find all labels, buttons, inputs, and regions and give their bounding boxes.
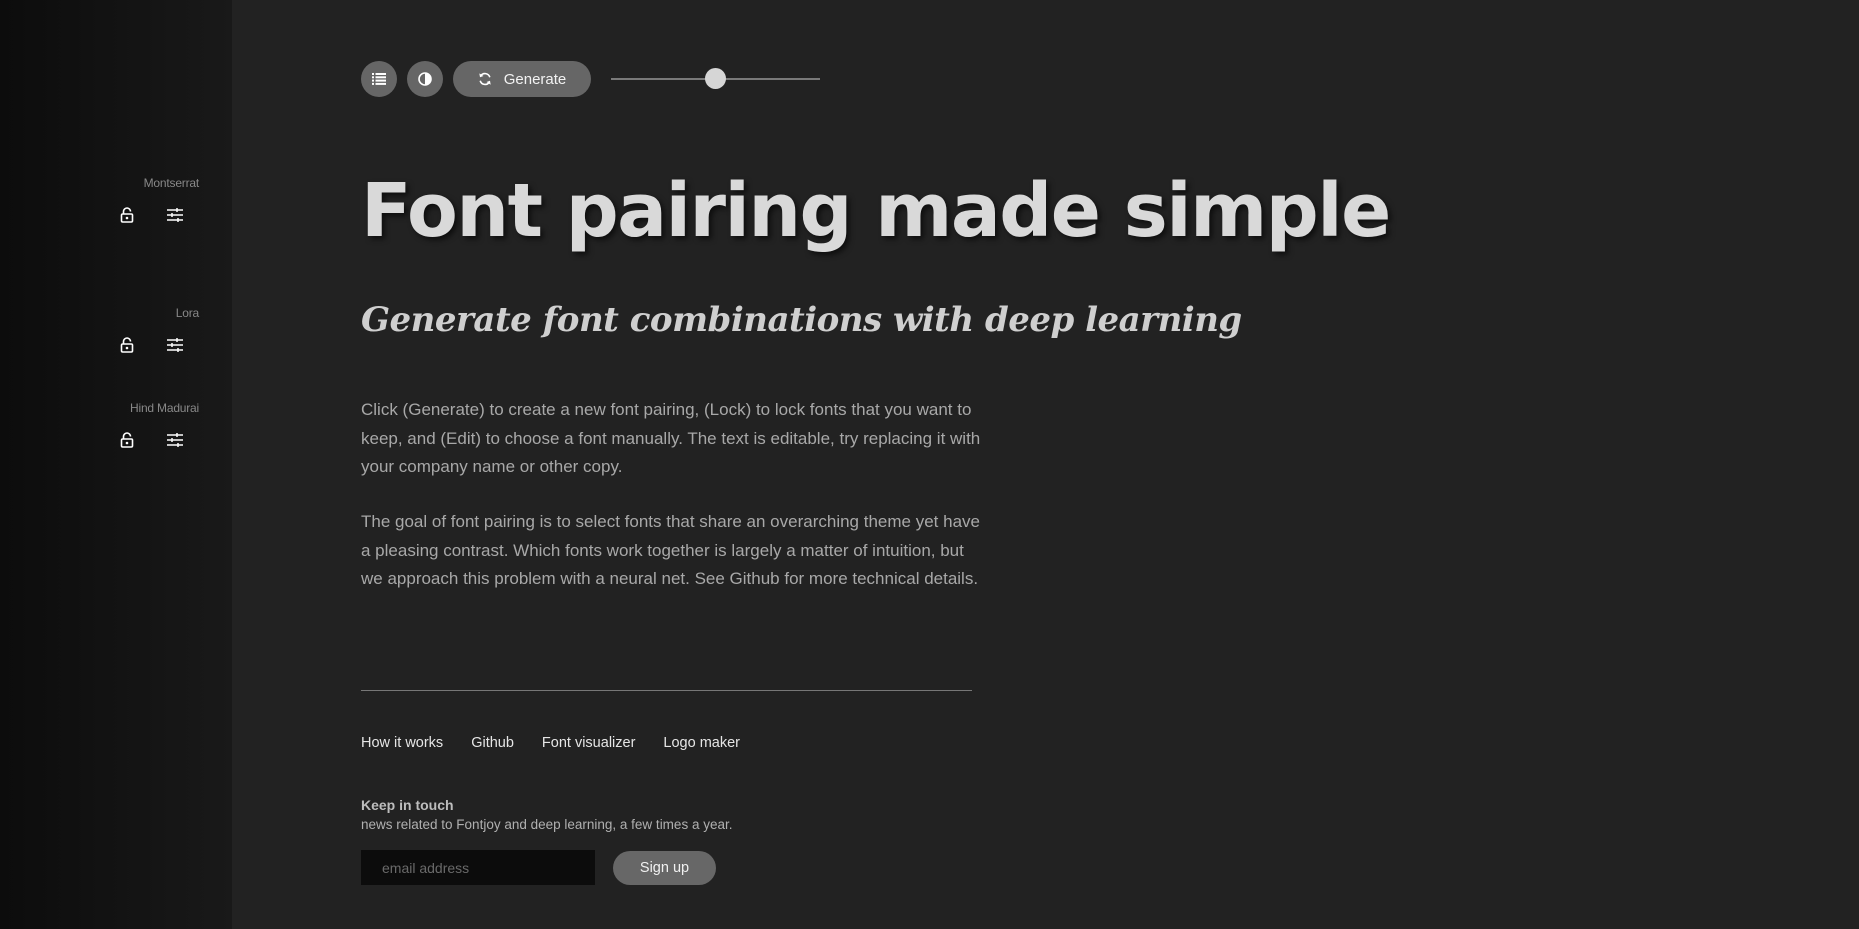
edit-sliders-icon[interactable]	[151, 334, 199, 356]
link-font-visualizer[interactable]: Font visualizer	[542, 735, 635, 751]
signup-button[interactable]: Sign up	[613, 851, 716, 885]
generate-button[interactable]: Generate	[453, 61, 591, 97]
font-name-secondary: Lora	[175, 306, 199, 320]
font-name-tertiary: Hind Madurai	[130, 401, 199, 415]
list-view-button[interactable]	[361, 61, 397, 97]
refresh-icon	[479, 72, 491, 86]
newsletter-subtitle: news related to Fontjoy and deep learnin…	[361, 817, 733, 832]
link-github[interactable]: Github	[471, 735, 514, 751]
newsletter-title: Keep in touch	[361, 797, 454, 813]
link-how-it-works[interactable]: How it works	[361, 735, 443, 751]
edit-sliders-icon[interactable]	[151, 429, 199, 451]
lock-icon[interactable]	[103, 334, 151, 356]
sidebar: Montserrat Lora Hind Madurai	[0, 0, 232, 929]
edit-sliders-icon[interactable]	[151, 204, 199, 226]
email-input[interactable]	[361, 850, 595, 885]
list-icon	[372, 73, 386, 85]
font-group-tertiary: Hind Madurai	[103, 401, 199, 451]
toolbar: Generate	[361, 61, 591, 97]
contrast-icon	[418, 72, 432, 86]
body-paragraph-2[interactable]: The goal of font pairing is to select fo…	[361, 508, 981, 594]
link-logo-maker[interactable]: Logo maker	[663, 735, 740, 751]
body-paragraph-1[interactable]: Click (Generate) to create a new font pa…	[361, 396, 981, 482]
weight-slider-thumb[interactable]	[705, 68, 726, 89]
lock-icon[interactable]	[103, 204, 151, 226]
page-headline[interactable]: Font pairing made simple	[361, 168, 1391, 254]
contrast-toggle-button[interactable]	[407, 61, 443, 97]
footer-links: How it works Github Font visualizer Logo…	[361, 735, 768, 751]
lock-icon[interactable]	[103, 429, 151, 451]
font-group-secondary: Lora	[103, 306, 199, 356]
page-subheadline[interactable]: Generate font combinations with deep lea…	[361, 300, 1242, 340]
divider	[361, 690, 972, 691]
generate-label: Generate	[503, 70, 567, 88]
font-group-primary: Montserrat	[103, 176, 199, 226]
font-name-primary: Montserrat	[143, 176, 200, 190]
